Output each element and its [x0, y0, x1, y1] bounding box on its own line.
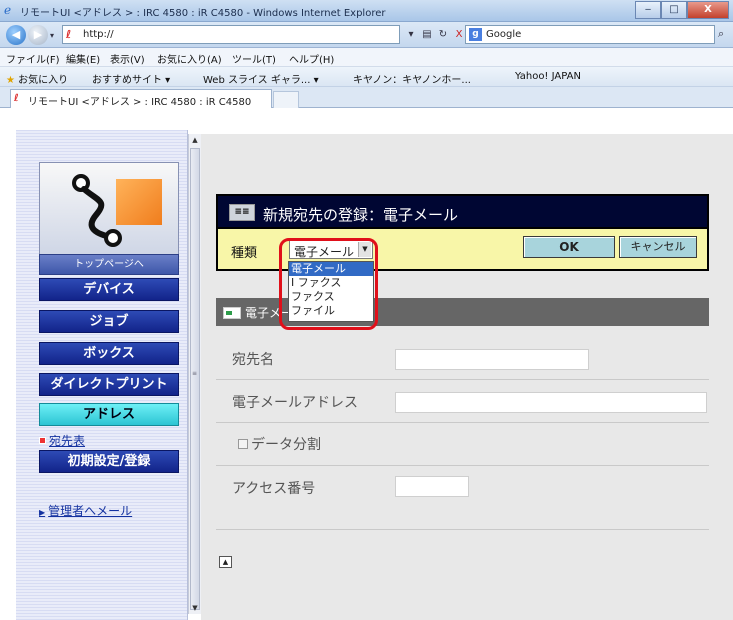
address-row: ◀ ▶ ▾ ℓ http:// ▾ ▤ ↻ X g Google ⌕	[0, 22, 733, 48]
star-icon: ★	[6, 75, 15, 86]
menu-edit[interactable]: 編集(E)	[66, 51, 100, 66]
tab-remote-ui[interactable]: ℓ リモートUI <アドレス > : IRC 4580 : iR C4580	[10, 89, 272, 108]
triangle-icon: ▶	[39, 508, 46, 517]
cancel-button[interactable]: キャンセル	[619, 236, 697, 258]
access-number-label: アクセス番号	[232, 481, 316, 497]
fav-yahoo[interactable]: Yahoo! JAPAN	[515, 71, 581, 82]
divider	[216, 529, 709, 530]
scroll-to-top-icon[interactable]: ▲	[219, 556, 232, 568]
window-controls: ‒ □ X	[635, 1, 729, 19]
divider	[216, 465, 709, 466]
menu-tools[interactable]: ツール(T)	[232, 51, 276, 66]
maximize-button[interactable]: □	[661, 1, 687, 19]
data-split-label: データ分割	[251, 437, 321, 453]
dialog-header: ≡≡ 新規宛先の登録：電子メール	[216, 194, 709, 229]
highlight-annotation	[279, 238, 378, 330]
tab-bar: ℓ リモートUI <アドレス > : IRC 4580 : iR C4580	[0, 87, 733, 108]
ok-button[interactable]: OK	[523, 236, 615, 258]
current-marker-icon	[39, 437, 46, 444]
access-number-input[interactable]	[395, 476, 469, 497]
site-icon: ℓ	[14, 93, 19, 104]
favorites-label: お気に入り	[18, 75, 69, 86]
top-page-button[interactable]: トップページへ	[39, 254, 179, 275]
window-title: リモートUI <アドレス > : IRC 4580 : iR C4580 - W…	[20, 8, 386, 19]
window-title-bar: ℯ リモートUI <アドレス > : IRC 4580 : iR C4580 -…	[0, 0, 733, 22]
nav-box[interactable]: ボックス	[39, 342, 179, 365]
type-label: 種類	[231, 246, 258, 261]
menu-bar: ファイル(F) 編集(E) 表示(V) お気に入り(A) ツール(T) ヘルプ(…	[0, 48, 733, 67]
scroll-down-icon[interactable]: ▼	[189, 602, 201, 614]
menu-help[interactable]: ヘルプ(H)	[289, 51, 334, 66]
address-card-icon: ≡≡	[229, 204, 255, 221]
site-icon: ℓ	[66, 28, 72, 41]
refresh-icon[interactable]: ↻	[435, 26, 451, 43]
fav-canon[interactable]: キヤノン：キヤノンホー...	[353, 71, 471, 86]
ie-icon: ℯ	[4, 3, 12, 17]
search-icon[interactable]: ⌕	[718, 27, 724, 41]
fav-recommended[interactable]: おすすめサイト ▾	[92, 71, 170, 86]
compat-view-icon[interactable]: ▤	[419, 26, 435, 43]
minimize-button[interactable]: ‒	[635, 1, 661, 19]
menu-favorites[interactable]: お気に入り(A)	[157, 51, 222, 66]
fav-webslice[interactable]: Web スライス ギャラ... ▾	[203, 71, 319, 86]
mail-admin-label: 管理者へメール	[48, 504, 133, 518]
recent-pages-icon[interactable]: ▾	[50, 31, 54, 40]
nav-direct-print[interactable]: ダイレクトプリント	[39, 373, 179, 396]
divider	[216, 379, 709, 380]
mail-admin-link[interactable]: ▶ 管理者へメール	[39, 502, 132, 519]
back-button[interactable]: ◀	[6, 25, 26, 45]
url-input[interactable]: ℓ http://	[62, 25, 400, 44]
name-input[interactable]	[395, 349, 589, 370]
sidebar-scrollbar[interactable]: ▲ ≡ ▼	[188, 134, 201, 614]
scroll-thumb[interactable]	[190, 148, 200, 610]
favorites-bar: ★ お気に入り おすすめサイト ▾ Web スライス ギャラ... ▾ キヤノン…	[0, 67, 733, 87]
nav-address[interactable]: アドレス	[39, 403, 179, 426]
menu-view[interactable]: 表示(V)	[110, 51, 145, 66]
google-icon: g	[469, 28, 482, 41]
favorites-button[interactable]: ★ お気に入り	[6, 71, 68, 86]
search-provider: Google	[486, 29, 522, 40]
page-title: 新規宛先の登録：電子メール	[263, 206, 459, 224]
email-input[interactable]	[395, 392, 707, 413]
url-dropdown-icon[interactable]: ▾	[403, 26, 419, 43]
scroll-up-icon[interactable]: ▲	[189, 134, 201, 146]
forward-button[interactable]: ▶	[28, 25, 48, 45]
close-button[interactable]: X	[687, 1, 729, 19]
new-tab-button[interactable]	[273, 91, 299, 108]
nav-settings[interactable]: 初期設定/登録	[39, 450, 179, 473]
search-input[interactable]: g Google	[465, 25, 715, 44]
email-label: 電子メールアドレス	[232, 395, 358, 411]
divider	[216, 422, 709, 423]
nav-job[interactable]: ジョブ	[39, 310, 179, 333]
email-section-icon	[223, 307, 241, 319]
menu-file[interactable]: ファイル(F)	[6, 51, 60, 66]
name-label: 宛先名	[232, 352, 274, 368]
remote-ui-logo	[39, 162, 179, 254]
url-text: http://	[83, 29, 114, 40]
frame-resize-grip[interactable]: ≡	[192, 370, 197, 377]
tab-label: リモートUI <アドレス > : IRC 4580 : iR C4580	[28, 97, 252, 108]
sidebar: トップページへ デバイス ジョブ ボックス ダイレクトプリント アドレス 宛先表…	[16, 130, 188, 620]
address-book-label: 宛先表	[49, 434, 86, 448]
main-content: ≡≡ 新規宛先の登録：電子メール 種類 電子メール ▼ OK キャンセル 電子メ…	[201, 134, 733, 620]
data-split-checkbox[interactable]	[238, 439, 248, 449]
logo-cable-icon	[72, 174, 122, 247]
nav-device[interactable]: デバイス	[39, 278, 179, 301]
sidebar-item-address-book[interactable]: 宛先表	[39, 432, 85, 449]
